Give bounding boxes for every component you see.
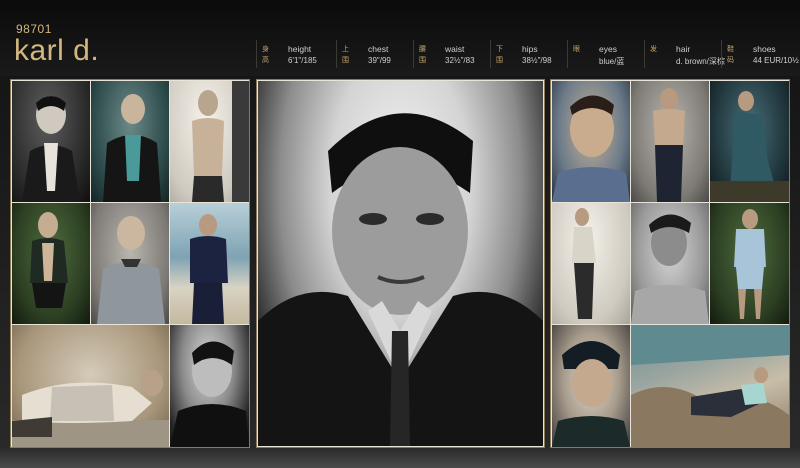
figure-silhouette — [552, 341, 630, 447]
stat-label: chest — [368, 44, 389, 54]
stat-value: 44 EUR/10½ US — [753, 56, 800, 65]
right-photo-panel — [550, 79, 790, 448]
photo[interactable] — [12, 81, 90, 202]
figure-silhouette — [552, 95, 630, 202]
main-portrait-photo[interactable] — [258, 81, 543, 446]
figure-silhouette — [653, 88, 685, 202]
figure-silhouette — [12, 370, 169, 447]
stat-cn-label: 高 — [262, 57, 269, 64]
stat-label: hips — [522, 44, 538, 54]
stat-cn-label: 围 — [342, 57, 349, 64]
stat-eyes: 眼 eyes blue/蓝 — [567, 40, 644, 68]
figure-silhouette — [190, 214, 228, 324]
figure-silhouette — [22, 96, 80, 202]
photo[interactable] — [552, 325, 630, 447]
portrait-silhouette — [258, 113, 543, 446]
stat-cn-label: 围 — [419, 57, 426, 64]
stat-label: eyes — [599, 44, 617, 54]
photo[interactable] — [12, 203, 90, 324]
figure-silhouette — [170, 341, 249, 447]
stat-value: 32½"/83 — [445, 56, 475, 65]
stat-height: 身 高 height 6'1"/185 — [256, 40, 336, 68]
photo[interactable] — [170, 81, 249, 202]
photo[interactable] — [91, 203, 169, 324]
figure-silhouette — [192, 81, 249, 202]
figure-silhouette — [30, 212, 68, 308]
photo[interactable] — [170, 203, 249, 324]
stat-value: 39"/99 — [368, 56, 391, 65]
left-photo-panel — [10, 79, 250, 448]
stat-cn-label: 鞋 — [727, 46, 734, 53]
photo[interactable] — [631, 203, 709, 324]
stat-label: hair — [676, 44, 691, 54]
photo[interactable] — [631, 325, 789, 447]
stats-bar: 身 高 height 6'1"/185 上 围 chest 39"/99 腰 围… — [256, 40, 800, 68]
photo[interactable] — [170, 325, 249, 447]
model-name: karl d. — [14, 34, 100, 67]
photo[interactable] — [552, 81, 630, 202]
photo[interactable] — [552, 203, 630, 324]
stat-chest: 上 围 chest 39"/99 — [336, 40, 413, 68]
figure-silhouette — [572, 208, 596, 319]
stat-label: height — [288, 44, 312, 54]
photo[interactable] — [710, 81, 789, 202]
figure-silhouette — [710, 91, 789, 202]
stat-cn-label: 腰 — [419, 46, 426, 53]
stat-cn-label: 发 — [650, 46, 657, 53]
figure-silhouette — [734, 209, 766, 319]
stat-waist: 腰 围 waist 32½"/83 — [413, 40, 490, 68]
stat-cn-label: 上 — [342, 46, 349, 53]
stat-value: d. brown/深棕 — [676, 57, 725, 66]
stat-value: 38½"/98 — [522, 56, 552, 65]
figure-silhouette — [631, 325, 789, 447]
figure-silhouette — [103, 94, 161, 202]
footer-shadow — [0, 448, 800, 468]
stat-hair: 发 hair d. brown/深棕 — [644, 40, 725, 68]
stat-cn-label: 下 — [496, 46, 503, 53]
stat-cn-label: 眼 — [573, 46, 580, 53]
stat-label: waist — [445, 44, 465, 54]
stat-value: 6'1"/185 — [288, 56, 317, 65]
header: 98701 karl d. 身 高 height 6'1"/185 上 围 ch… — [0, 0, 800, 76]
figure-silhouette — [97, 216, 165, 324]
stat-shoes: 鞋 码 shoes 44 EUR/10½ US — [721, 40, 800, 68]
stat-cn-label: 码 — [727, 57, 734, 64]
center-photo-panel — [256, 79, 545, 448]
figure-silhouette — [631, 214, 709, 324]
photo[interactable] — [631, 81, 709, 202]
photo[interactable] — [710, 203, 789, 324]
stat-cn-label: 身 — [262, 46, 269, 53]
stat-cn-label: 围 — [496, 57, 503, 64]
stat-hips: 下 围 hips 38½"/98 — [490, 40, 567, 68]
stat-label: shoes — [753, 44, 776, 54]
photo[interactable] — [91, 81, 169, 202]
photo[interactable] — [12, 325, 169, 447]
stat-value: blue/蓝 — [599, 57, 625, 66]
